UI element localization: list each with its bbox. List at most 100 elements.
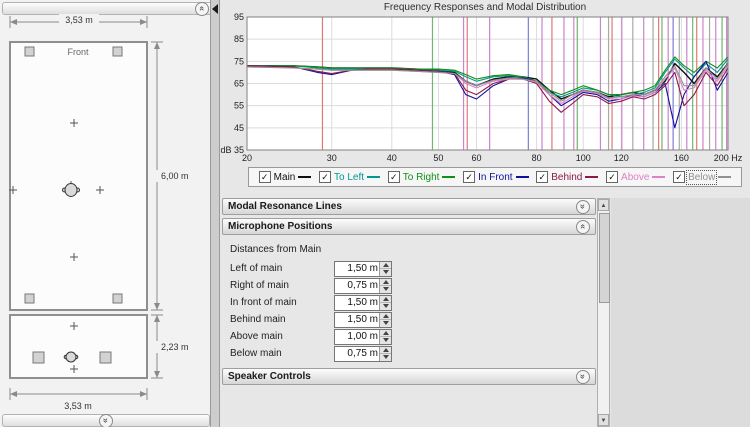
frequency-response-chart: 958575655545dB 3520304050608010012016020… [220,0,750,165]
section-modal-resonance-lines[interactable]: Modal Resonance Lines » [222,198,596,215]
distances-from-main-label: Distances from Main [222,240,596,260]
legend-item-main[interactable]: ✓ Main [259,171,312,183]
svg-text:30: 30 [327,153,337,163]
svg-text:55: 55 [234,101,244,111]
room-length-label: 6,00 m [161,171,189,181]
legend-item-to-right[interactable]: ✓ To Right [388,171,456,183]
collapse-down-icon[interactable]: » [99,414,113,427]
checkbox-behind[interactable]: ✓ [536,171,548,183]
spinner [379,330,391,344]
speaker-icon[interactable] [113,294,122,303]
spin-down-button[interactable] [380,337,391,344]
front-label: Front [67,47,89,57]
mic-row-below-main: Below main [222,345,596,362]
analysis-panel: Frequency Responses and Modal Distributi… [220,0,750,427]
svg-text:60: 60 [471,153,481,163]
svg-text:120: 120 [614,153,629,163]
legend-item-below[interactable]: ✓ Below [673,171,731,183]
above-main-input[interactable] [335,330,379,344]
expand-down-icon[interactable]: » [576,200,590,214]
spin-up-button[interactable] [380,347,391,355]
svg-text:50: 50 [433,153,443,163]
top-width-label: 3,53 m [65,15,93,25]
mic-row-behind-main: Behind main [222,311,596,328]
empty-area [611,198,750,427]
checkbox-below[interactable]: ✓ [673,171,685,183]
room-top-view: 3,53 m Front [0,10,210,312]
splitter-arrow-icon[interactable] [212,4,218,14]
spin-up-button[interactable] [380,296,391,304]
accordion: Modal Resonance Lines » Microphone Posit… [222,198,596,388]
room-outline-top [10,42,147,310]
line-swatch [367,176,380,178]
spin-down-button[interactable] [380,354,391,361]
legend-item-behind[interactable]: ✓ Behind [536,171,598,183]
chart-legend: ✓ Main ✓ To Left ✓ To Right ✓ In Front ✓ [248,167,742,187]
spin-up-button[interactable] [380,330,391,338]
spinner [379,347,391,361]
line-swatch [516,176,529,178]
left-of-main-input[interactable] [335,262,379,276]
scrollbar-thumb[interactable] [599,213,610,303]
speaker-icon[interactable] [100,352,111,363]
line-swatch [652,176,665,178]
checkbox-to-right[interactable]: ✓ [388,171,400,183]
line-swatch [585,176,598,178]
layout-collapse-bar-bottom[interactable]: » [2,414,210,427]
right-of-main-input[interactable] [335,279,379,293]
svg-text:95: 95 [234,12,244,22]
svg-text:100: 100 [576,153,591,163]
legend-item-above[interactable]: ✓ Above [606,171,665,183]
spin-down-button[interactable] [380,269,391,276]
below-main-input[interactable] [335,347,379,361]
line-swatch [298,176,311,178]
spin-up-button[interactable] [380,279,391,287]
speaker-icon[interactable] [25,47,34,56]
speaker-icon[interactable] [25,294,34,303]
room-side-view: 2,23 m 3,53 m [0,312,210,424]
speaker-icon[interactable] [113,47,122,56]
panel-splitter[interactable] [210,0,220,427]
bottom-width-dimension: 3,53 m [10,388,147,411]
spin-up-button[interactable] [380,262,391,270]
spin-down-button[interactable] [380,303,391,310]
collapse-up-icon[interactable]: » [576,220,590,234]
bottom-width-label: 3,53 m [64,401,92,411]
legend-item-in-front[interactable]: ✓ In Front [463,171,528,183]
app-window: » 3,53 m Front [0,0,750,427]
spin-down-button[interactable] [380,286,391,293]
mic-row-right-of-main: Right of main [222,277,596,294]
speaker-icon[interactable] [33,352,44,363]
checkbox-to-left[interactable]: ✓ [319,171,331,183]
mic-row-above-main: Above main [222,328,596,345]
checkbox-main[interactable]: ✓ [259,171,271,183]
line-swatch [718,176,731,178]
expand-down-icon[interactable]: » [576,370,590,384]
chart-title: Frequency Responses and Modal Distributi… [220,2,750,13]
section-speaker-controls[interactable]: Speaker Controls » [222,368,596,385]
behind-main-input[interactable] [335,313,379,327]
room-layout-panel: » 3,53 m Front [0,0,210,427]
top-width-dimension: 3,53 m [10,14,147,28]
spin-down-button[interactable] [380,320,391,327]
svg-text:dB 35: dB 35 [220,145,244,155]
svg-text:75: 75 [234,56,244,66]
svg-text:20: 20 [242,153,252,163]
vertical-scrollbar[interactable]: ▲ ▼ [597,198,610,427]
scroll-down-button[interactable]: ▼ [598,414,609,426]
mic-row-in-front-of-main: In front of main [222,294,596,311]
checkbox-in-front[interactable]: ✓ [463,171,475,183]
in-front-of-main-input[interactable] [335,296,379,310]
spin-up-button[interactable] [380,313,391,321]
scroll-up-button[interactable]: ▲ [598,199,609,211]
microphone-positions-content: Distances from Main Left of main Right o… [222,238,596,368]
section-microphone-positions[interactable]: Microphone Positions » [222,218,596,235]
spinner [379,262,391,276]
svg-text:85: 85 [234,34,244,44]
mic-row-left-of-main: Left of main [222,260,596,277]
room-outline-side [10,315,147,378]
svg-text:200 Hz: 200 Hz [714,153,743,163]
legend-item-to-left[interactable]: ✓ To Left [319,171,380,183]
line-swatch [442,176,455,178]
checkbox-above[interactable]: ✓ [606,171,618,183]
